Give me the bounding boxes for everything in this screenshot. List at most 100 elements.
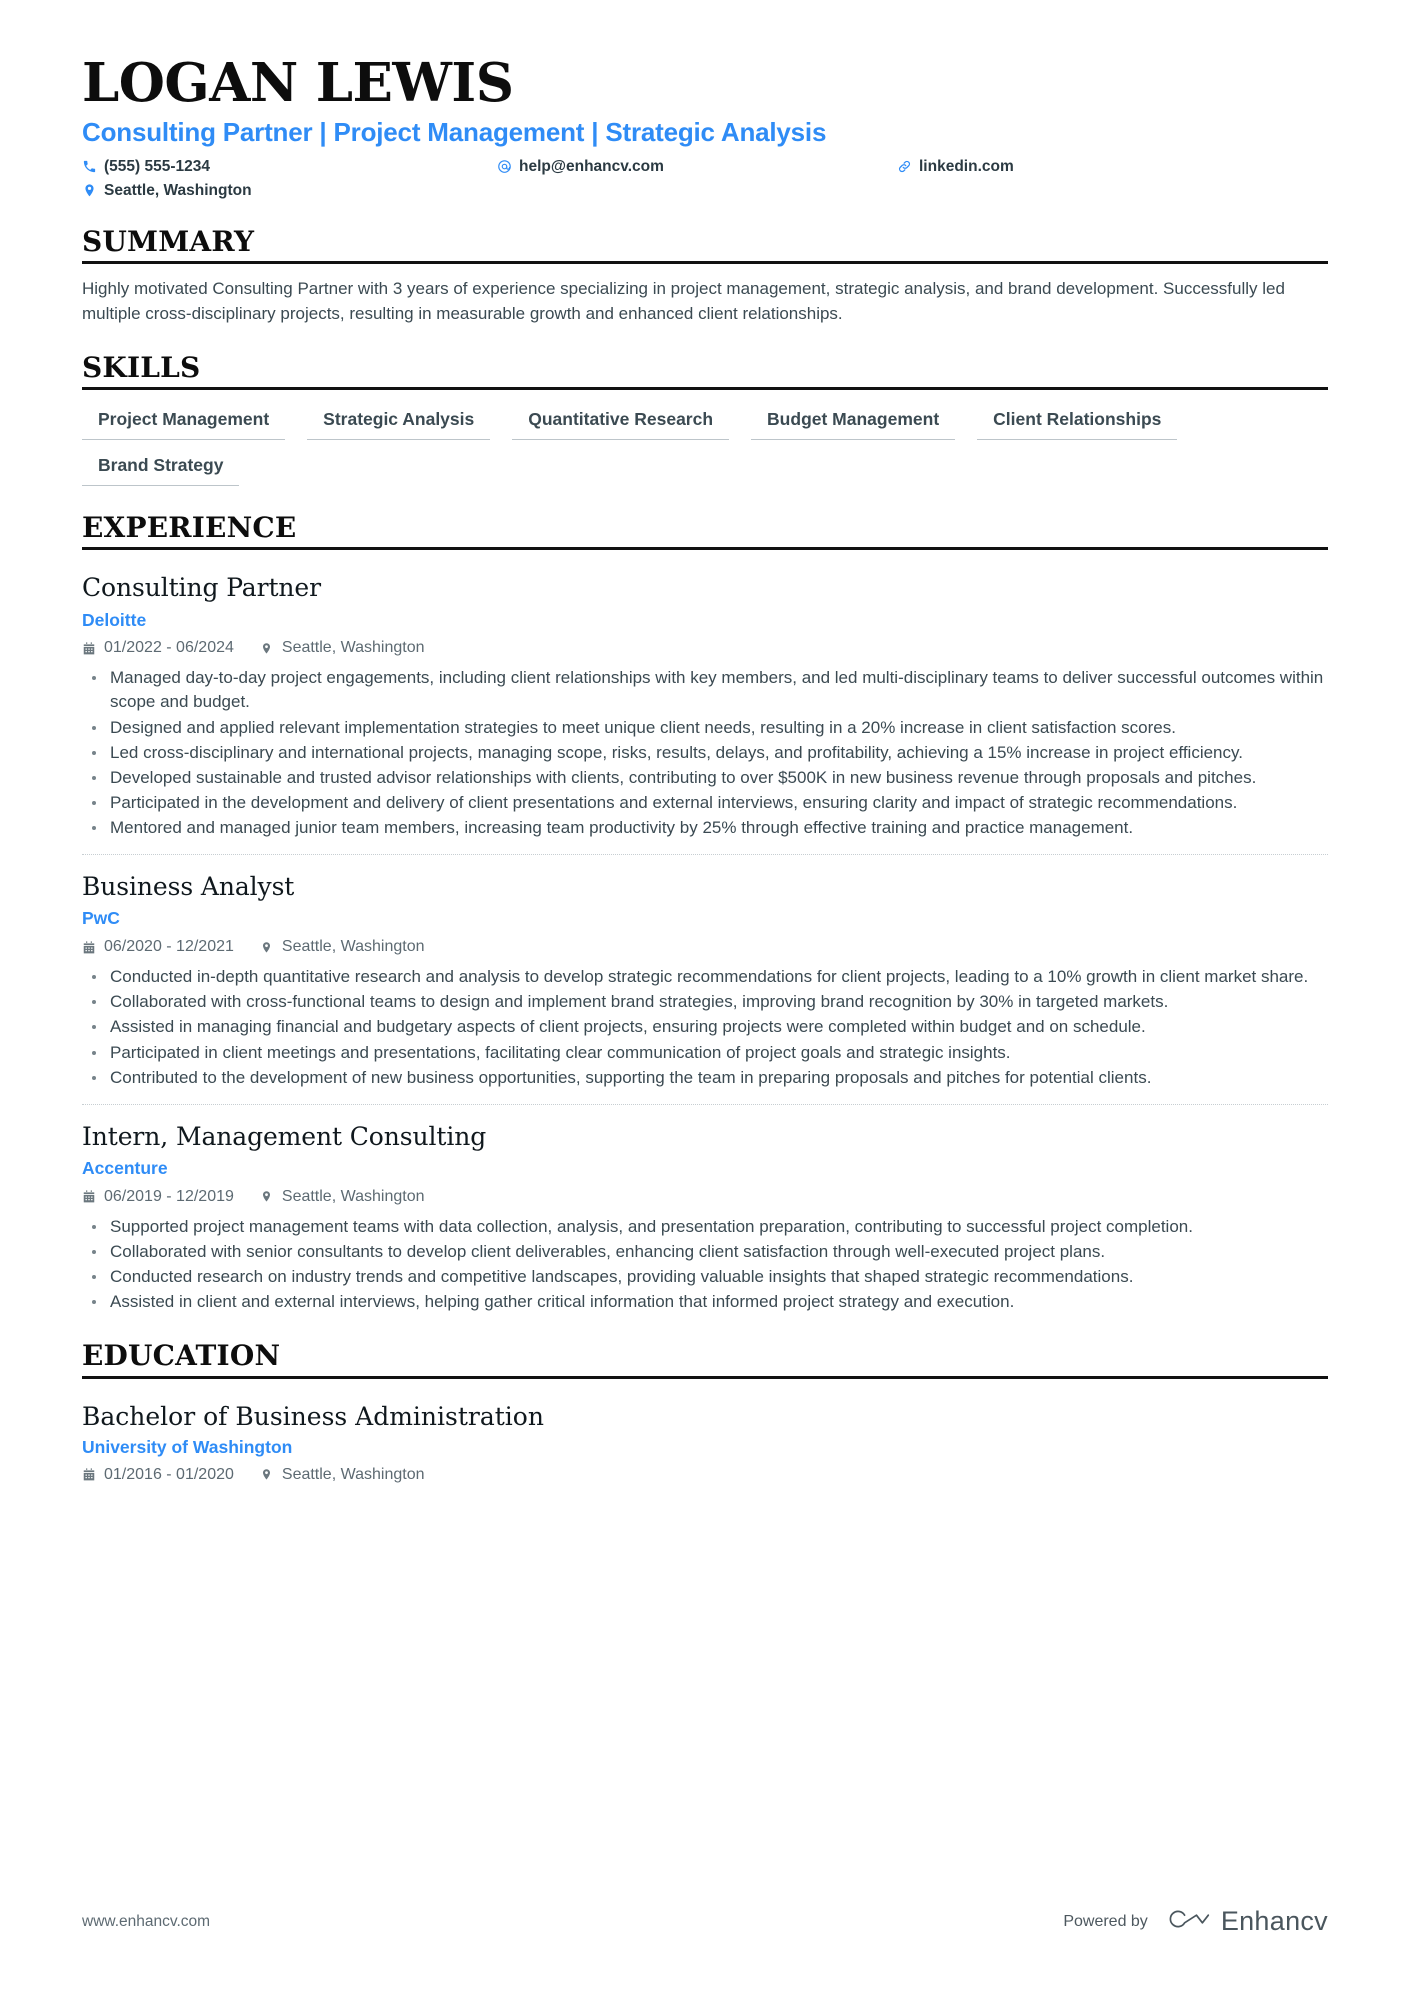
skill-chip: Budget Management [751, 405, 956, 441]
job-location-text: Seattle, Washington [281, 639, 425, 657]
skill-chip: Quantitative Research [512, 405, 730, 441]
skill-chip: Brand Strategy [82, 451, 240, 487]
job-title: Consulting Partner [82, 573, 321, 603]
contact-linkedin[interactable]: linkedin.com [897, 158, 1328, 176]
bullet-item: Contributed to the development of new bu… [82, 1066, 1328, 1090]
experience-entry: Consulting Partner Deloitte 01/2022 - 06… [82, 563, 1328, 840]
bullet-item: Participated in the development and deli… [82, 791, 1328, 815]
bullet-item: Mentored and managed junior team members… [82, 816, 1328, 840]
bullet-item: Conducted research on industry trends an… [82, 1265, 1328, 1289]
job-dates: 06/2019 - 12/2019 [82, 1188, 234, 1206]
job-location: Seattle, Washington [260, 938, 425, 956]
section-summary: SUMMARY Highly motivated Consulting Part… [82, 225, 1328, 326]
section-title-education: EDUCATION [82, 1340, 1328, 1379]
education-dates-text: 01/2016 - 01/2020 [104, 1465, 234, 1483]
resume-header: LOGAN LEWIS Consulting Partner | Project… [82, 52, 1328, 200]
candidate-name: LOGAN LEWIS [82, 52, 514, 114]
section-title-experience: EXPERIENCE [82, 511, 1328, 551]
job-location-text: Seattle, Washington [281, 938, 425, 956]
skills-list: Project Management Strategic Analysis Qu… [82, 390, 1182, 487]
summary-text: Highly motivated Consulting Partner with… [82, 278, 1285, 323]
contact-email-text: help@enhancv.com [519, 157, 664, 175]
bullet-item: Supported project management teams with … [82, 1215, 1328, 1239]
education-location-text: Seattle, Washington [281, 1465, 425, 1483]
contact-location: Seattle, Washington [82, 182, 497, 200]
company-name[interactable]: Accenture [82, 1157, 1328, 1180]
contact-location-text: Seattle, Washington [104, 181, 252, 199]
job-dates-text: 01/2022 - 06/2024 [104, 639, 234, 657]
bullet-item: Led cross-disciplinary and international… [82, 741, 1328, 765]
job-meta: 01/2022 - 06/2024 Seattle, Washington [82, 639, 1328, 657]
education-location: Seattle, Washington [260, 1466, 425, 1484]
bullet-item: Participated in client meetings and pres… [82, 1041, 1328, 1065]
job-title: Business Analyst [82, 872, 295, 902]
bullet-item: Assisted in managing financial and budge… [82, 1015, 1328, 1039]
skill-chip: Strategic Analysis [307, 405, 491, 441]
resume-page: LOGAN LEWIS Consulting Partner | Project… [0, 0, 1410, 1995]
job-location: Seattle, Washington [260, 1188, 425, 1206]
page-footer: www.enhancv.com Powered by Enhancv [82, 1906, 1328, 1937]
job-bullets: Managed day-to-day project engagements, … [82, 666, 1328, 840]
job-dates-text: 06/2020 - 12/2021 [104, 938, 234, 956]
job-location-text: Seattle, Washington [281, 1187, 425, 1205]
bullet-item: Collaborated with cross-functional teams… [82, 990, 1328, 1014]
phone-icon [82, 159, 97, 174]
section-experience: EXPERIENCE Consulting Partner Deloitte 0… [82, 511, 1328, 1314]
job-title: Intern, Management Consulting [82, 1121, 487, 1151]
job-dates: 06/2020 - 12/2021 [82, 938, 234, 956]
section-skills: SKILLS Project Management Strategic Anal… [82, 352, 1328, 487]
contact-phone[interactable]: (555) 555-1234 [82, 158, 497, 176]
bullet-item: Developed sustainable and trusted adviso… [82, 766, 1328, 790]
company-name[interactable]: Deloitte [82, 609, 1328, 632]
candidate-headline: Consulting Partner | Project Management … [82, 117, 827, 148]
job-location: Seattle, Washington [260, 639, 425, 657]
degree-title: Bachelor of Business Administration [82, 1401, 544, 1431]
company-name[interactable]: PwC [82, 907, 1328, 930]
education-dates: 01/2016 - 01/2020 [82, 1466, 234, 1484]
job-meta: 06/2020 - 12/2021 Seattle, Washington [82, 938, 1328, 956]
enhancv-mark-icon [1166, 1906, 1210, 1937]
bullet-item: Assisted in client and external intervie… [82, 1290, 1328, 1314]
job-dates: 01/2022 - 06/2024 [82, 639, 234, 657]
powered-by-label: Powered by [1063, 1912, 1148, 1930]
section-title-summary: SUMMARY [82, 225, 1328, 264]
job-dates-text: 06/2019 - 12/2019 [104, 1187, 234, 1205]
calendar-icon [82, 641, 96, 656]
link-icon [897, 159, 912, 174]
section-education: EDUCATION Bachelor of Business Administr… [82, 1340, 1328, 1483]
education-meta: 01/2016 - 01/2020 Seattle, Washington [82, 1466, 1328, 1484]
location-icon [260, 1467, 274, 1482]
bullet-item: Collaborated with senior consultants to … [82, 1240, 1328, 1264]
skill-chip: Project Management [82, 405, 286, 441]
footer-url[interactable]: www.enhancv.com [82, 1913, 210, 1931]
location-icon [260, 940, 274, 955]
job-bullets: Conducted in-depth quantitative research… [82, 965, 1328, 1090]
email-icon [497, 159, 512, 174]
education-entry: Bachelor of Business Administration Univ… [82, 1392, 1328, 1484]
experience-entry: Business Analyst PwC 06/2020 - 12/2021 S… [82, 854, 1328, 1090]
footer-brand: Powered by Enhancv [1063, 1906, 1328, 1937]
bullet-item: Managed day-to-day project engagements, … [82, 666, 1328, 714]
calendar-icon [82, 1467, 96, 1482]
location-icon [82, 183, 97, 198]
enhancv-wordmark: Enhancv [1220, 1906, 1328, 1936]
contact-email[interactable]: help@enhancv.com [497, 158, 897, 176]
experience-entry: Intern, Management Consulting Accenture … [82, 1103, 1328, 1315]
calendar-icon [82, 940, 96, 955]
bullet-item: Conducted in-depth quantitative research… [82, 965, 1328, 989]
location-icon [260, 641, 274, 656]
job-meta: 06/2019 - 12/2019 Seattle, Washington [82, 1188, 1328, 1206]
bullet-item: Designed and applied relevant implementa… [82, 716, 1328, 740]
school-name[interactable]: University of Washington [82, 1437, 1328, 1458]
contact-linkedin-text: linkedin.com [919, 157, 1014, 175]
contact-phone-text: (555) 555-1234 [104, 157, 210, 175]
job-bullets: Supported project management teams with … [82, 1215, 1328, 1315]
section-title-skills: SKILLS [82, 352, 1328, 391]
contact-info: (555) 555-1234 help@enhancv.com linkedin… [82, 158, 1328, 200]
experience-entries: Consulting Partner Deloitte 01/2022 - 06… [82, 550, 1328, 1314]
education-entries: Bachelor of Business Administration Univ… [82, 1379, 1328, 1484]
skill-chip: Client Relationships [977, 405, 1178, 441]
calendar-icon [82, 1189, 96, 1204]
enhancv-logo: Enhancv [1166, 1906, 1328, 1937]
location-icon [260, 1189, 274, 1204]
